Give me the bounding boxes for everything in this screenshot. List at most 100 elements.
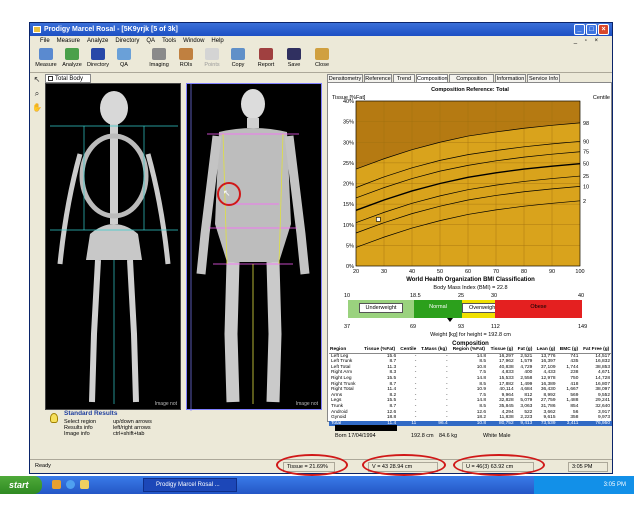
- skeleton-image[interactable]: Image not: [45, 83, 181, 410]
- bmi-band-label: Underweight: [358, 303, 404, 313]
- status-ready: Ready: [35, 463, 51, 469]
- system-tray: 3:05 PM: [534, 476, 634, 494]
- menu-item-help[interactable]: Help: [211, 38, 223, 44]
- composition-header: Region Tissue (%Fat) Centile T.Mass (kg) Reg…: [329, 347, 612, 354]
- save-button[interactable]: Save: [280, 48, 308, 72]
- measure-label: Measure: [35, 62, 57, 68]
- composition-header-cell: Fat Free (g): [580, 347, 612, 354]
- rois-button[interactable]: ROIs: [172, 48, 200, 72]
- imaging-button[interactable]: Imaging: [145, 48, 173, 72]
- composition-header-cell: T.Mass (kg): [418, 347, 450, 354]
- minimize-icon[interactable]: _: [574, 24, 585, 35]
- bmi-bottom-tick: 37: [344, 324, 351, 330]
- copy-button[interactable]: Copy: [224, 48, 252, 72]
- save-label: Save: [287, 62, 301, 68]
- y-tick-label: 30%: [343, 140, 354, 146]
- analyze-button[interactable]: Analyze: [58, 48, 86, 72]
- skeleton-drawing: [50, 91, 178, 404]
- mdi-controls[interactable]: _ ▫ ×: [574, 36, 601, 46]
- copy-label: Copy: [231, 62, 245, 68]
- title-bar[interactable]: Prodigy Marcel Rosal - [5K9yrjk [5 of 3k…: [30, 23, 612, 36]
- menu-item-measure[interactable]: Measure: [57, 38, 80, 44]
- patient-height: 192.8 cm: [411, 433, 434, 439]
- soft-tissue-image[interactable]: Image not: [186, 83, 322, 411]
- menu-item-file[interactable]: File: [40, 38, 50, 44]
- bmi-top-tick: 30: [491, 293, 498, 299]
- y-tick-label: 15%: [343, 202, 354, 208]
- centile-label-25: 25: [583, 174, 589, 180]
- pan-hand-icon[interactable]: ✋: [32, 103, 42, 113]
- annotation-circle: [453, 454, 545, 476]
- qa-button[interactable]: QA: [110, 48, 138, 72]
- x-tick-label: 90: [549, 269, 555, 275]
- x-tick-label: 100: [575, 269, 584, 275]
- close-label: Close: [314, 62, 330, 68]
- patient-ethnicity: White Male: [483, 433, 511, 439]
- y-tick-label: 20%: [343, 182, 354, 188]
- quicklaunch-icon[interactable]: [52, 480, 61, 489]
- bmi-band-overweight: Overweight: [462, 300, 504, 318]
- taskbar: start Prodigy Marcel Rosal ... 3:05 PM: [0, 476, 634, 494]
- y-tick-label: 40%: [343, 99, 354, 105]
- composition-table: Region Tissue (%Fat) Centile T.Mass (kg) Reg…: [329, 347, 612, 427]
- menu-item-qa[interactable]: QA: [146, 38, 155, 44]
- taskbar-item-prodigy[interactable]: Prodigy Marcel Rosal ...: [143, 478, 237, 492]
- centile-label-2: 2: [583, 199, 586, 205]
- imaging-label: Imaging: [149, 62, 169, 68]
- taskbar-item-label: Prodigy Marcel Rosal ...: [156, 482, 220, 488]
- window-title: Prodigy Marcel Rosal - [5K9yrjk [5 of 3k…: [44, 26, 178, 33]
- y-tick-label: 5%: [346, 243, 354, 249]
- bmi-axis-label: Weight [kg] for height = 192.8 cm: [430, 332, 511, 338]
- menu-item-window[interactable]: Window: [183, 38, 204, 44]
- measure-button[interactable]: Measure: [32, 48, 60, 72]
- image-tab-total-body[interactable]: Total Body: [45, 74, 91, 83]
- centile-label: Centile: [593, 95, 610, 101]
- close-icon: [315, 48, 329, 60]
- x-tick-label: 80: [521, 269, 527, 275]
- patient-info: Born 17/04/1994 192.8 cm 84.6 kg White M…: [335, 425, 610, 439]
- chart-title: Composition Reference: Total: [431, 87, 509, 93]
- bmi-marker-icon: [447, 318, 453, 322]
- directory-button[interactable]: Directory: [84, 48, 112, 72]
- cursor-icon: ↖: [223, 188, 231, 198]
- menu-item-analyze[interactable]: Analyze: [87, 38, 108, 44]
- bmi-top-tick: 18.5: [410, 293, 421, 299]
- report-button[interactable]: Report: [252, 48, 280, 72]
- bmi-bottom-tick: 112: [491, 324, 500, 330]
- centile-label-50: 50: [583, 162, 589, 168]
- qa-icon: [117, 48, 131, 60]
- soft-tissue-drawing: [190, 84, 310, 411]
- bmi-band-label: Obese: [530, 304, 547, 310]
- copy-icon: [231, 48, 245, 60]
- bmi-bottom-tick: 93: [458, 324, 465, 330]
- close-window-icon[interactable]: ×: [598, 24, 609, 35]
- patient-point: [376, 217, 381, 222]
- folder-icon[interactable]: [80, 480, 89, 489]
- zoom-icon[interactable]: ⌕: [32, 89, 42, 99]
- y-tick-label: 35%: [343, 120, 354, 126]
- patient-weight: 84.6 kg: [439, 433, 458, 439]
- app-icon: [33, 26, 41, 33]
- pointer-icon[interactable]: ↖: [32, 75, 42, 85]
- image-tab-label: Total Body: [55, 76, 84, 82]
- bmi-bottom-tick: 69: [410, 324, 417, 330]
- points-button[interactable]: Points: [198, 48, 226, 72]
- centile-label-10: 10: [583, 184, 589, 190]
- report-label: Report: [257, 62, 275, 68]
- maximize-icon[interactable]: □: [586, 24, 597, 35]
- qa-label: QA: [120, 62, 128, 68]
- help-key: Image info: [64, 431, 90, 437]
- close-button[interactable]: Close: [308, 48, 336, 72]
- patient-name-redacted: [335, 425, 397, 431]
- x-tick-label: 40: [409, 269, 415, 275]
- composition-header-cell: BMC (g): [557, 347, 581, 354]
- menu-item-directory[interactable]: Directory: [115, 38, 139, 44]
- start-button[interactable]: start: [0, 476, 42, 494]
- rois-label: ROIs: [179, 62, 193, 68]
- menu-item-tools[interactable]: Tools: [162, 38, 176, 44]
- bmi-top-tick: 25: [458, 293, 465, 299]
- annotation-circle: [362, 454, 446, 476]
- y-tick-label: 25%: [343, 161, 354, 167]
- browser-icon[interactable]: [66, 480, 75, 489]
- composition-header-cell: Lean (g): [534, 347, 558, 354]
